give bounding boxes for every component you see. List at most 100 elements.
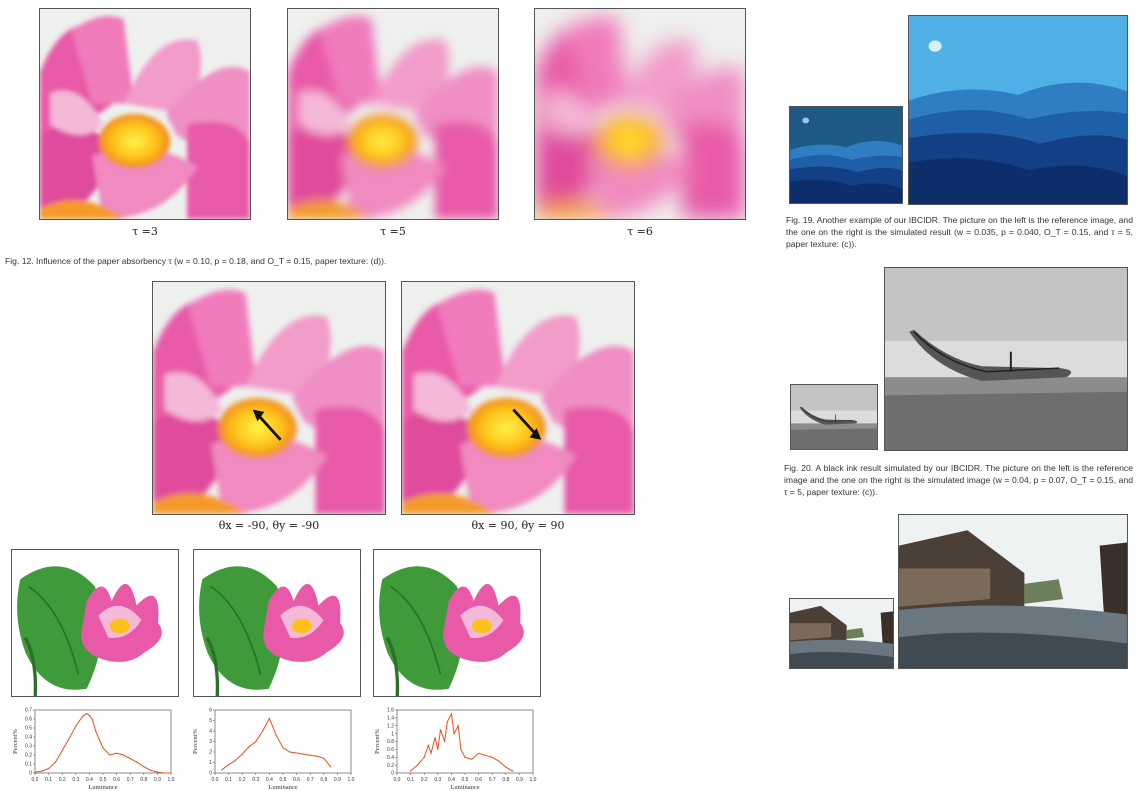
boat-reference-image bbox=[790, 384, 878, 450]
histogram-point bbox=[102, 747, 104, 749]
histogram-point bbox=[68, 738, 70, 740]
histogram-3: 0 0.2 0.4 0.6 0.8 1 1.2 1.4 1.6 0.0 0.1 0.2 0.3 0.4 0.… bbox=[373, 705, 541, 791]
x-tick-label: 0.2 bbox=[59, 777, 66, 783]
y-tick-label: 0.4 bbox=[387, 755, 394, 761]
lotus-tau6-image bbox=[534, 8, 746, 220]
y-tick-label: 0.2 bbox=[387, 763, 394, 769]
direction-right-label: θx = 90, θy = 90 bbox=[471, 519, 565, 532]
histogram-point bbox=[430, 752, 432, 754]
lotus-leaf-image-3 bbox=[373, 549, 541, 697]
y-tick-label: 0.5 bbox=[25, 726, 32, 732]
town-simulated-image bbox=[898, 514, 1128, 669]
histogram-point bbox=[437, 748, 439, 750]
histogram-point bbox=[434, 736, 436, 739]
y-tick-label: 6 bbox=[209, 708, 212, 714]
y-tick-label: 0.1 bbox=[25, 762, 32, 768]
histogram-point bbox=[228, 764, 230, 766]
x-tick-label: 0.4 bbox=[448, 777, 455, 783]
mountain-reference-image bbox=[789, 106, 903, 204]
y-tick-label: 0.7 bbox=[25, 708, 32, 714]
histogram-point bbox=[484, 754, 486, 756]
y-tick-label: 0.4 bbox=[25, 735, 32, 741]
x-tick-label: 0.0 bbox=[212, 777, 219, 783]
histogram-point bbox=[116, 752, 118, 754]
plot-frame bbox=[34, 709, 172, 774]
y-tick-label: 1 bbox=[391, 731, 394, 737]
y-tick-label: 1.6 bbox=[387, 708, 394, 714]
mountain-simulated-image bbox=[908, 15, 1128, 205]
y-tick-label: 0.8 bbox=[387, 739, 394, 745]
histogram-point bbox=[41, 770, 43, 772]
histogram-point bbox=[275, 734, 277, 736]
histogram-point bbox=[427, 744, 429, 747]
histogram-point bbox=[330, 766, 332, 768]
x-tick-label: 0.5 bbox=[462, 777, 469, 783]
histogram-point bbox=[91, 718, 93, 720]
histogram-point bbox=[86, 713, 88, 715]
histogram-point bbox=[498, 760, 500, 762]
histogram-line bbox=[221, 717, 331, 771]
histogram-point bbox=[446, 721, 448, 723]
tau3-label: τ =3 bbox=[132, 225, 158, 238]
histogram-point bbox=[491, 756, 493, 758]
y-tick-label: 3 bbox=[209, 739, 212, 745]
y-tick-label: 0.6 bbox=[387, 747, 394, 753]
histogram-point bbox=[255, 740, 257, 743]
lotus-leaf-image-2 bbox=[193, 549, 361, 697]
x-axis-label: Luminance bbox=[268, 784, 297, 791]
y-tick-label: 0.3 bbox=[25, 744, 32, 750]
histogram-point bbox=[88, 714, 90, 716]
x-tick-label: 0.6 bbox=[475, 777, 482, 783]
lotus-tau5-image bbox=[287, 8, 499, 220]
y-tick-label: 0 bbox=[391, 771, 394, 777]
x-tick-label: 0.1 bbox=[45, 777, 52, 783]
x-tick-label: 0.4 bbox=[86, 777, 93, 783]
x-tick-label: 0.1 bbox=[407, 777, 414, 783]
histogram-1: 0 0.1 0.2 0.3 0.4 0.5 0.6 0.7 0.0 0.1 0.2 0.3 0.4 0.5… bbox=[11, 705, 179, 791]
histogram-point bbox=[316, 755, 318, 757]
fig12-caption: Fig. 12. Influence of the paper absorben… bbox=[5, 256, 387, 266]
x-tick-label: 0.2 bbox=[239, 777, 246, 783]
histogram-point bbox=[234, 759, 236, 761]
histogram-point bbox=[54, 761, 57, 763]
histogram-line bbox=[34, 713, 171, 774]
fig20-caption: Fig. 20. A black ink result simulated by… bbox=[784, 463, 1133, 497]
histogram-point bbox=[289, 751, 291, 753]
histogram-point bbox=[143, 766, 145, 768]
histogram-point bbox=[282, 747, 284, 749]
histogram-point bbox=[309, 754, 311, 756]
histogram-point bbox=[61, 749, 63, 752]
histogram-point bbox=[163, 772, 165, 774]
direction-left-label: θx = -90, θy = -90 bbox=[218, 519, 320, 532]
x-tick-label: 0.2 bbox=[421, 777, 428, 783]
histogram-point bbox=[150, 769, 152, 771]
histogram-point bbox=[423, 756, 425, 758]
x-tick-label: 0.1 bbox=[225, 777, 232, 783]
y-tick-label: 0 bbox=[29, 771, 32, 777]
lotus-leaf-image-1 bbox=[11, 549, 179, 697]
histogram-point bbox=[410, 770, 412, 772]
x-tick-label: 0.8 bbox=[140, 777, 147, 783]
tau5-label: τ =5 bbox=[380, 225, 406, 238]
x-tick-label: 0.8 bbox=[502, 777, 509, 783]
x-tick-label: 0.6 bbox=[113, 777, 120, 783]
histogram-point bbox=[457, 725, 459, 727]
histogram-point bbox=[241, 753, 243, 755]
histogram-point bbox=[505, 766, 507, 768]
histogram-point bbox=[453, 733, 455, 735]
histogram-point bbox=[109, 754, 111, 756]
histogram-line bbox=[410, 712, 513, 772]
x-tick-label: 0.3 bbox=[72, 777, 79, 783]
histogram-point bbox=[221, 769, 223, 771]
histogram-point bbox=[34, 771, 36, 773]
x-tick-label: 0.7 bbox=[307, 777, 314, 783]
histogram-point bbox=[478, 752, 480, 754]
y-tick-label: 0.2 bbox=[25, 753, 32, 759]
lotus-tau3-image bbox=[39, 8, 251, 220]
histogram-point bbox=[450, 713, 452, 715]
x-tick-label: 1.0 bbox=[348, 777, 355, 783]
x-axis-label: Luminance bbox=[88, 784, 117, 791]
tau6-label: τ =6 bbox=[627, 225, 653, 238]
histogram-point bbox=[296, 752, 298, 754]
histogram-point bbox=[48, 767, 50, 770]
